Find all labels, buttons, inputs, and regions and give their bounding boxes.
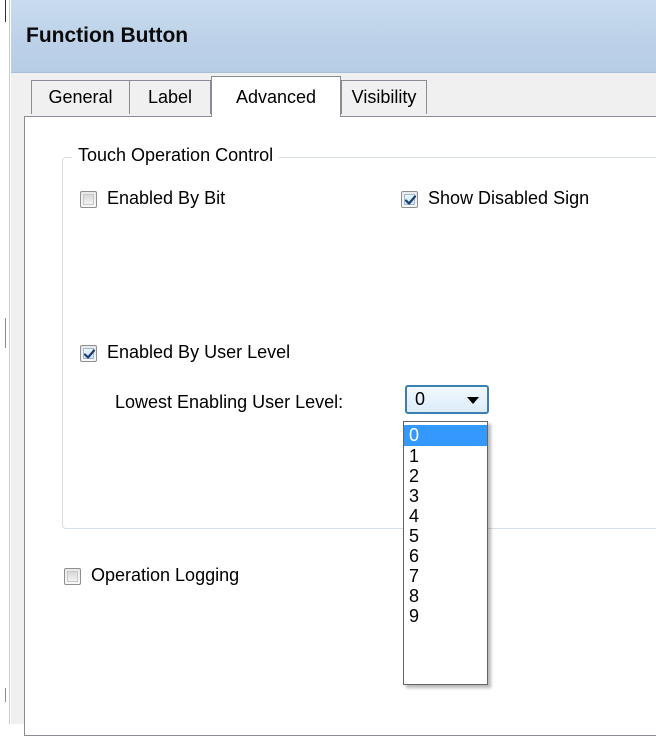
dropdown-option[interactable]: 5 <box>404 526 487 547</box>
tab-visibility[interactable]: Visibility <box>341 80 427 114</box>
show-disabled-sign-checkbox[interactable] <box>401 191 418 208</box>
lowest-enabling-user-level-label: Lowest Enabling User Level: <box>115 392 344 412</box>
chevron-down-icon[interactable] <box>467 397 479 404</box>
tab-general[interactable]: General <box>31 80 130 114</box>
dropdown-option[interactable]: 9 <box>404 606 487 627</box>
dropdown-option[interactable]: 6 <box>404 546 487 567</box>
dropdown-option[interactable]: 2 <box>404 466 487 487</box>
left-edge-mark <box>5 0 6 22</box>
tab-label: Label <box>147 87 193 107</box>
tab-label: Visibility <box>351 87 417 107</box>
dialog-title: Function Button <box>26 24 189 47</box>
group-legend: Touch Operation Control <box>72 145 280 166</box>
tab-advanced[interactable]: Advanced <box>211 76 341 117</box>
left-edge-mark <box>5 318 6 348</box>
enabled-by-user-level-checkbox[interactable] <box>80 345 97 362</box>
left-edge-mark <box>5 688 6 702</box>
left-edge-divider <box>9 0 10 724</box>
tab-label: Advanced <box>235 86 317 107</box>
dropdown-option[interactable]: 7 <box>404 566 487 587</box>
select-value: 0 <box>415 389 426 409</box>
tab-label: General <box>48 87 113 107</box>
show-disabled-sign-label[interactable]: Show Disabled Sign <box>428 188 589 209</box>
dropdown-option[interactable]: 8 <box>404 586 487 607</box>
enabled-by-bit-label[interactable]: Enabled By Bit <box>107 188 225 209</box>
checkmark-icon <box>83 349 96 359</box>
dropdown-option[interactable]: 4 <box>404 506 487 527</box>
dropdown-option[interactable]: 0 <box>404 425 487 446</box>
enabled-by-user-level-label[interactable]: Enabled By User Level <box>107 342 290 363</box>
tab-label[interactable]: Label <box>129 80 211 114</box>
checkmark-icon <box>404 195 417 205</box>
dropdown-option[interactable]: 1 <box>404 446 487 467</box>
dropdown-option[interactable]: 3 <box>404 486 487 507</box>
operation-logging-checkbox[interactable] <box>64 568 81 585</box>
operation-logging-label[interactable]: Operation Logging <box>91 565 239 586</box>
lowest-user-level-select[interactable]: 0 <box>405 385 489 414</box>
enabled-by-bit-checkbox[interactable] <box>80 191 97 208</box>
user-level-dropdown-list[interactable]: 0 1 2 3 4 5 6 7 8 9 <box>403 421 488 685</box>
